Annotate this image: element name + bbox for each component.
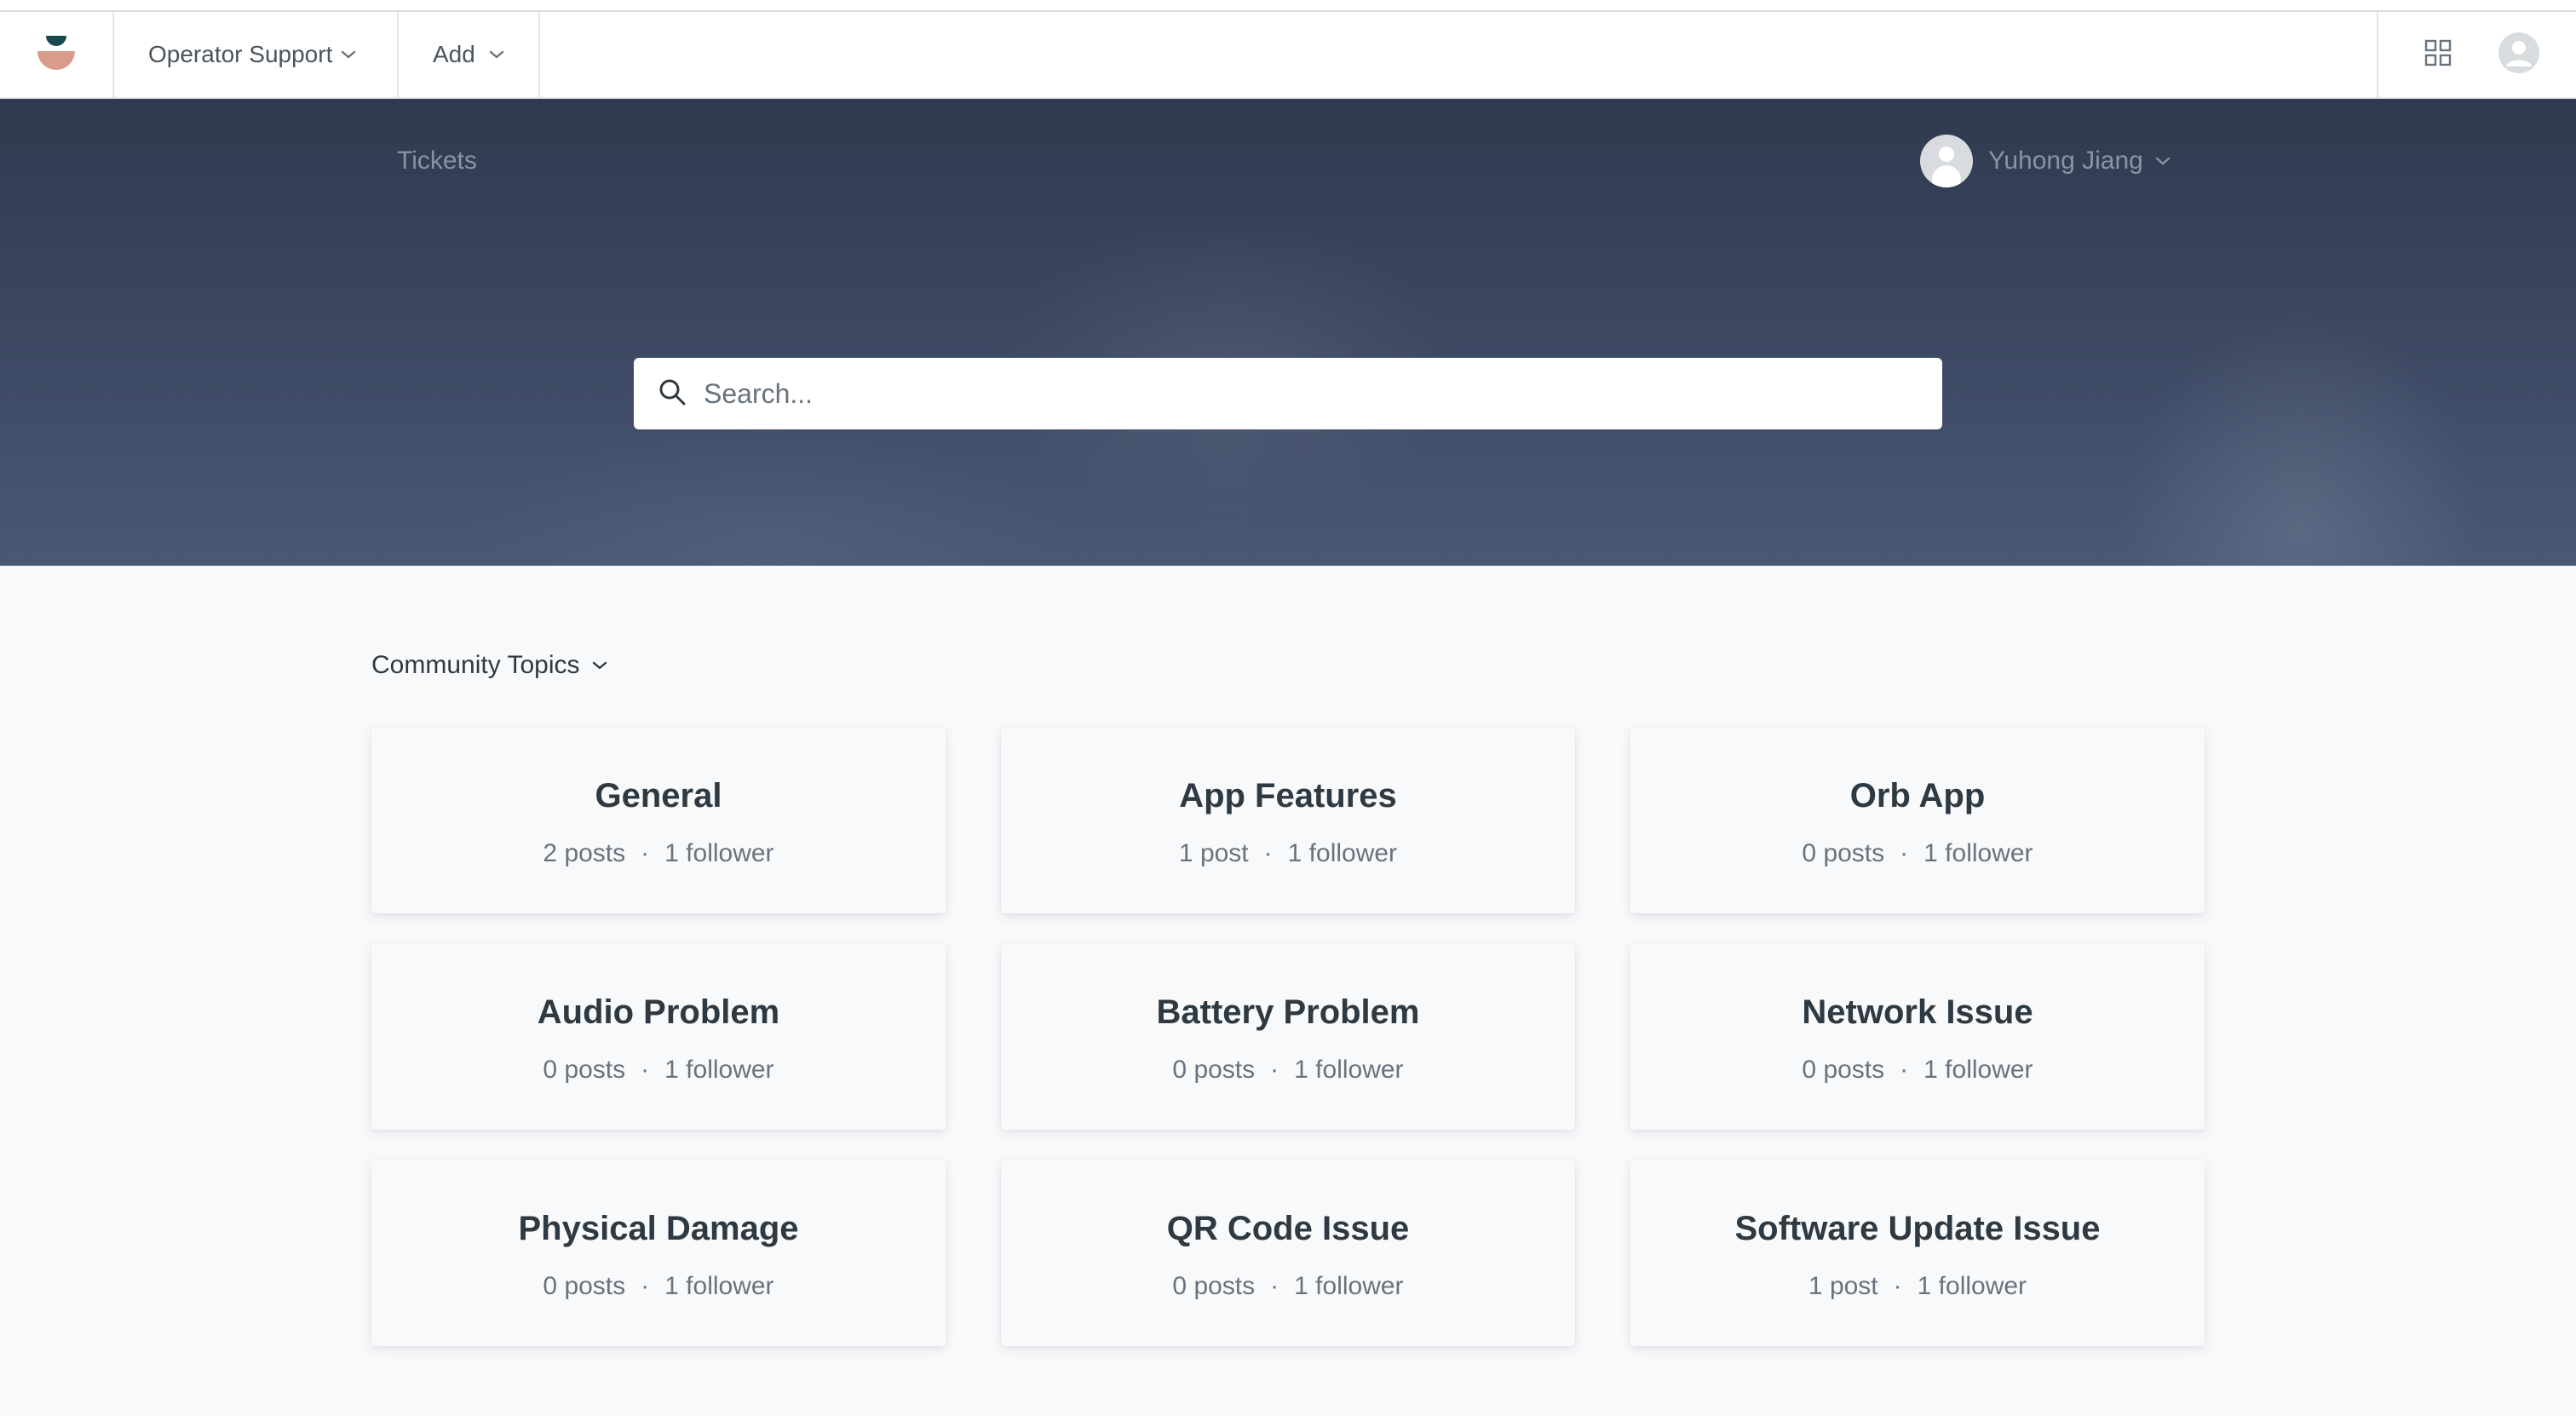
topic-meta: 2 posts · 1 follower: [543, 839, 773, 868]
post-count: 0 posts: [1802, 1055, 1885, 1084]
chevron-down-icon: [489, 49, 504, 60]
topic-card[interactable]: Audio Problem 0 posts · 1 follower: [371, 944, 946, 1130]
post-count: 1 post: [1808, 1271, 1878, 1300]
topic-title: Battery Problem: [1156, 993, 1420, 1031]
separator-dot: ·: [1263, 838, 1273, 867]
post-count: 2 posts: [543, 838, 626, 867]
window-top-border: [0, 0, 2576, 12]
topic-card[interactable]: Orb App 0 posts · 1 follower: [1630, 728, 2205, 913]
topic-title: App Features: [1179, 776, 1397, 814]
topic-card[interactable]: General 2 posts · 1 follower: [371, 728, 946, 913]
topic-meta: 0 posts · 1 follower: [543, 1272, 773, 1301]
follower-count: 1 follower: [1294, 1271, 1404, 1300]
separator-dot: ·: [1900, 1055, 1909, 1084]
separator-dot: ·: [1893, 1271, 1902, 1300]
separator-dot: ·: [1270, 1271, 1279, 1300]
topic-meta: 0 posts · 1 follower: [1802, 839, 2033, 868]
add-menu-button[interactable]: Add: [399, 12, 540, 97]
topic-meta: 0 posts · 1 follower: [1172, 1056, 1403, 1085]
apps-grid-button[interactable]: [2377, 12, 2498, 97]
post-count: 0 posts: [1802, 838, 1885, 867]
post-count: 1 post: [1178, 838, 1249, 867]
topic-cards-grid: General 2 posts · 1 follower App Feature…: [371, 728, 2205, 1346]
separator-dot: ·: [641, 838, 650, 867]
support-logo-icon: [36, 34, 77, 75]
user-name: Yuhong Jiang: [1988, 147, 2143, 175]
topic-title: General: [595, 776, 722, 814]
topic-title: Orb App: [1849, 776, 1986, 814]
avatar: [1920, 135, 1973, 187]
topic-title: QR Code Issue: [1166, 1209, 1410, 1247]
topic-card[interactable]: QR Code Issue 0 posts · 1 follower: [1001, 1160, 1575, 1346]
topic-meta: 0 posts · 1 follower: [1802, 1056, 2033, 1085]
chevron-down-icon: [341, 49, 356, 60]
topic-meta: 1 post · 1 follower: [1179, 839, 1397, 868]
separator-dot: ·: [1270, 1055, 1279, 1084]
top-navigation-bar: Operator Support Add: [0, 12, 2576, 99]
separator-dot: ·: [641, 1055, 650, 1084]
separator-dot: ·: [641, 1271, 650, 1300]
follower-count: 1 follower: [1923, 838, 2033, 867]
topic-card[interactable]: Battery Problem 0 posts · 1 follower: [1001, 944, 1575, 1130]
follower-count: 1 follower: [664, 1055, 774, 1084]
tickets-link[interactable]: Tickets: [397, 147, 477, 176]
user-menu-button[interactable]: Yuhong Jiang: [1920, 135, 2171, 187]
section-title: Community Topics: [371, 651, 580, 679]
post-count: 0 posts: [543, 1055, 626, 1084]
product-menu-label: Operator Support: [148, 41, 333, 67]
topic-card[interactable]: Software Update Issue 1 post · 1 followe…: [1630, 1160, 2205, 1346]
follower-count: 1 follower: [1923, 1055, 2033, 1084]
follower-count: 1 follower: [1294, 1055, 1404, 1084]
community-topics-dropdown[interactable]: Community Topics: [371, 651, 607, 680]
topic-meta: 1 post · 1 follower: [1808, 1272, 2027, 1301]
topic-card[interactable]: Network Issue 0 posts · 1 follower: [1630, 944, 2205, 1130]
post-count: 0 posts: [543, 1271, 626, 1300]
topic-title: Audio Problem: [537, 993, 780, 1031]
post-count: 0 posts: [1172, 1055, 1256, 1084]
search-icon: [658, 377, 687, 411]
hero-banner: Tickets Yuhong Jiang: [0, 99, 2576, 566]
separator-dot: ·: [1900, 838, 1909, 867]
topic-card[interactable]: App Features 1 post · 1 follower: [1001, 728, 1575, 913]
follower-count: 1 follower: [664, 1271, 774, 1300]
user-avatar-icon: [2498, 32, 2540, 78]
topic-title: Software Update Issue: [1734, 1209, 2101, 1247]
search-box: [634, 358, 1942, 429]
follower-count: 1 follower: [1287, 838, 1398, 867]
search-input[interactable]: [702, 377, 1898, 411]
add-menu-label: Add: [433, 41, 475, 67]
grid-icon: [2424, 39, 2452, 71]
topic-title: Physical Damage: [518, 1209, 799, 1247]
topic-meta: 0 posts · 1 follower: [1172, 1272, 1403, 1301]
follower-count: 1 follower: [664, 838, 774, 867]
topic-title: Network Issue: [1802, 993, 2033, 1031]
chevron-down-icon: [2155, 156, 2171, 166]
post-count: 0 posts: [1172, 1271, 1256, 1300]
topic-meta: 0 posts · 1 follower: [543, 1056, 773, 1085]
product-menu-button[interactable]: Operator Support: [114, 12, 399, 97]
chevron-down-icon: [592, 660, 607, 671]
topic-card[interactable]: Physical Damage 0 posts · 1 follower: [371, 1160, 946, 1346]
profile-button[interactable]: [2498, 12, 2576, 97]
home-logo-link[interactable]: [0, 12, 114, 97]
follower-count: 1 follower: [1917, 1271, 2027, 1300]
